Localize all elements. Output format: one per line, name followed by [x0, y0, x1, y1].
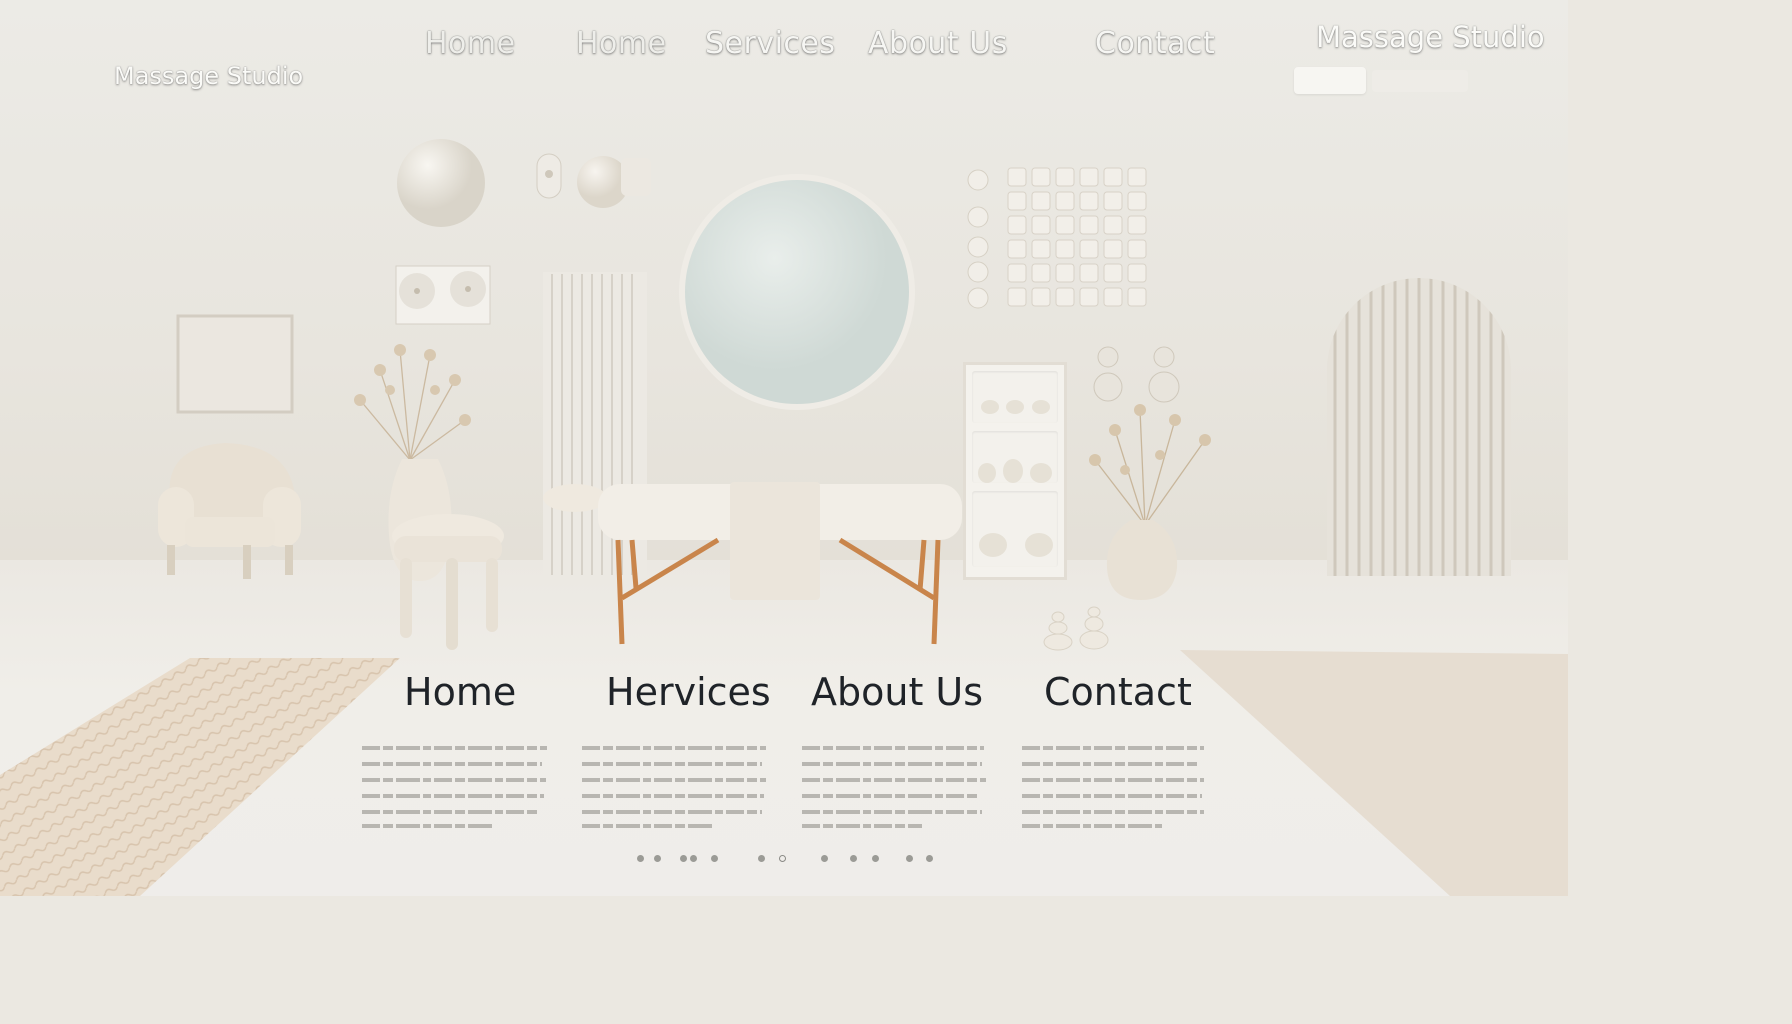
mirror-icon	[679, 174, 915, 410]
picture-frame	[176, 314, 294, 414]
left-rug	[0, 658, 400, 896]
pagination-dot[interactable]	[711, 855, 718, 862]
section-title-contact[interactable]: Contact	[1044, 670, 1192, 714]
stones-icon	[978, 400, 1053, 557]
wall-knob-panel	[967, 167, 1147, 309]
pagination-dot[interactable]	[850, 855, 857, 862]
brand-logo-right[interactable]: Massage Studio	[1316, 20, 1545, 54]
wall-ornaments	[536, 153, 651, 208]
wall-sphere	[397, 139, 485, 227]
massage-table	[543, 482, 962, 645]
nav-about-us[interactable]: About Us	[868, 26, 1008, 61]
nav-contact[interactable]: Contact	[1095, 26, 1215, 61]
armchair	[158, 443, 301, 579]
pagination-dot[interactable]	[821, 855, 828, 862]
wall-knobs	[1093, 346, 1180, 403]
right-rug	[1180, 650, 1568, 896]
section-title-home[interactable]: Home	[404, 670, 516, 714]
arch-panel	[1327, 278, 1511, 576]
pagination-dot[interactable]	[680, 855, 687, 862]
plant-icon-right	[1089, 404, 1211, 526]
wall-shelf-small	[395, 265, 491, 325]
section-title-about-us[interactable]: About Us	[811, 670, 983, 714]
floor-stones	[1043, 606, 1109, 651]
pagination-dot[interactable]	[758, 855, 765, 862]
nav-home[interactable]: Home	[425, 26, 516, 61]
brand-logo-left[interactable]: Massage Studio	[114, 62, 303, 90]
search-button[interactable]	[1372, 70, 1468, 92]
section-body-placeholders	[362, 746, 1204, 828]
pagination-dot[interactable]	[690, 855, 697, 862]
search-input[interactable]	[1294, 67, 1366, 94]
nav-home-2[interactable]: Home	[576, 26, 667, 61]
stool	[392, 514, 504, 650]
pagination-dot[interactable]	[637, 855, 644, 862]
vase-icon-right	[1106, 520, 1178, 600]
pagination-dot-active[interactable]	[872, 855, 879, 862]
section-title-hervices[interactable]: Hervices	[606, 670, 771, 714]
nav-services[interactable]: Services	[705, 26, 836, 61]
pagination-dot[interactable]	[926, 855, 933, 862]
pagination-dot[interactable]	[906, 855, 913, 862]
pagination-dot[interactable]	[654, 855, 661, 862]
pagination-dot[interactable]	[779, 855, 786, 862]
